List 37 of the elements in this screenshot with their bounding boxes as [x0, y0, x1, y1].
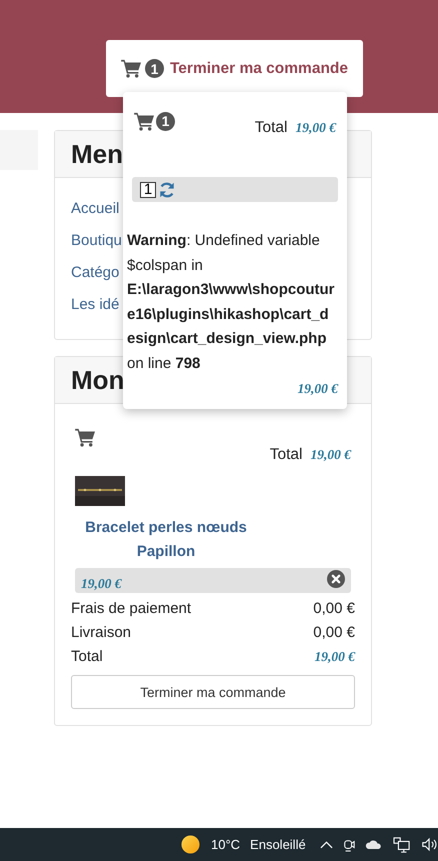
menu-link[interactable]: Les idé	[71, 296, 120, 313]
summary-value: 0,00 €	[313, 599, 355, 619]
speaker-icon[interactable]	[420, 837, 438, 852]
monitor-icon[interactable]	[392, 836, 411, 852]
checkout-button[interactable]: 1 Terminer ma commande	[106, 40, 363, 97]
cart-icon	[134, 112, 155, 130]
summary-value: 19,00 €	[314, 648, 355, 666]
summary-value: 0,00 €	[313, 623, 355, 643]
total-label: Total	[254, 119, 288, 137]
product-price: 19,00 €	[81, 575, 122, 592]
cloud-icon[interactable]	[364, 839, 383, 850]
menu-link[interactable]: Catégo	[71, 264, 120, 281]
temperature-text[interactable]: 10°C	[211, 837, 240, 852]
checkout-button[interactable]: Terminer ma commande	[71, 675, 355, 709]
item-price: 19,00 €	[298, 381, 338, 396]
weather-text[interactable]: Ensoleillé	[250, 837, 306, 852]
cart-icon	[75, 428, 96, 447]
product-link[interactable]: Bracelet perles nœuds Papillon	[71, 516, 261, 564]
menu-link[interactable]: Boutiqu	[71, 232, 122, 249]
cart-icon	[120, 59, 142, 78]
count-badge: 1	[156, 112, 175, 130]
sun-icon[interactable]	[181, 835, 200, 854]
quantity-field[interactable]: 1	[140, 182, 156, 198]
menu-link[interactable]: Accueil	[71, 200, 120, 217]
summary-label: Frais de paiement	[71, 599, 192, 619]
summary-label: Livraison	[71, 623, 132, 643]
total-price: 19,00 €	[296, 120, 336, 136]
module-title: Men	[71, 139, 123, 170]
warning-message: Warning: Undefined variable $colspan in E:\laragon3\www\shopcouture16\plugins\hikashop\cart_design\cart_design_view.php on line 798	[127, 231, 335, 374]
total-label: Total	[270, 446, 302, 464]
summary-label: Total	[71, 647, 103, 667]
total-price: 19,00 €	[310, 447, 351, 463]
count-badge: 1	[144, 59, 164, 78]
chevron-up-icon[interactable]	[320, 840, 333, 850]
module-title: Mon	[71, 365, 124, 396]
remove-icon[interactable]	[327, 570, 345, 588]
refresh-icon[interactable]	[158, 180, 176, 198]
